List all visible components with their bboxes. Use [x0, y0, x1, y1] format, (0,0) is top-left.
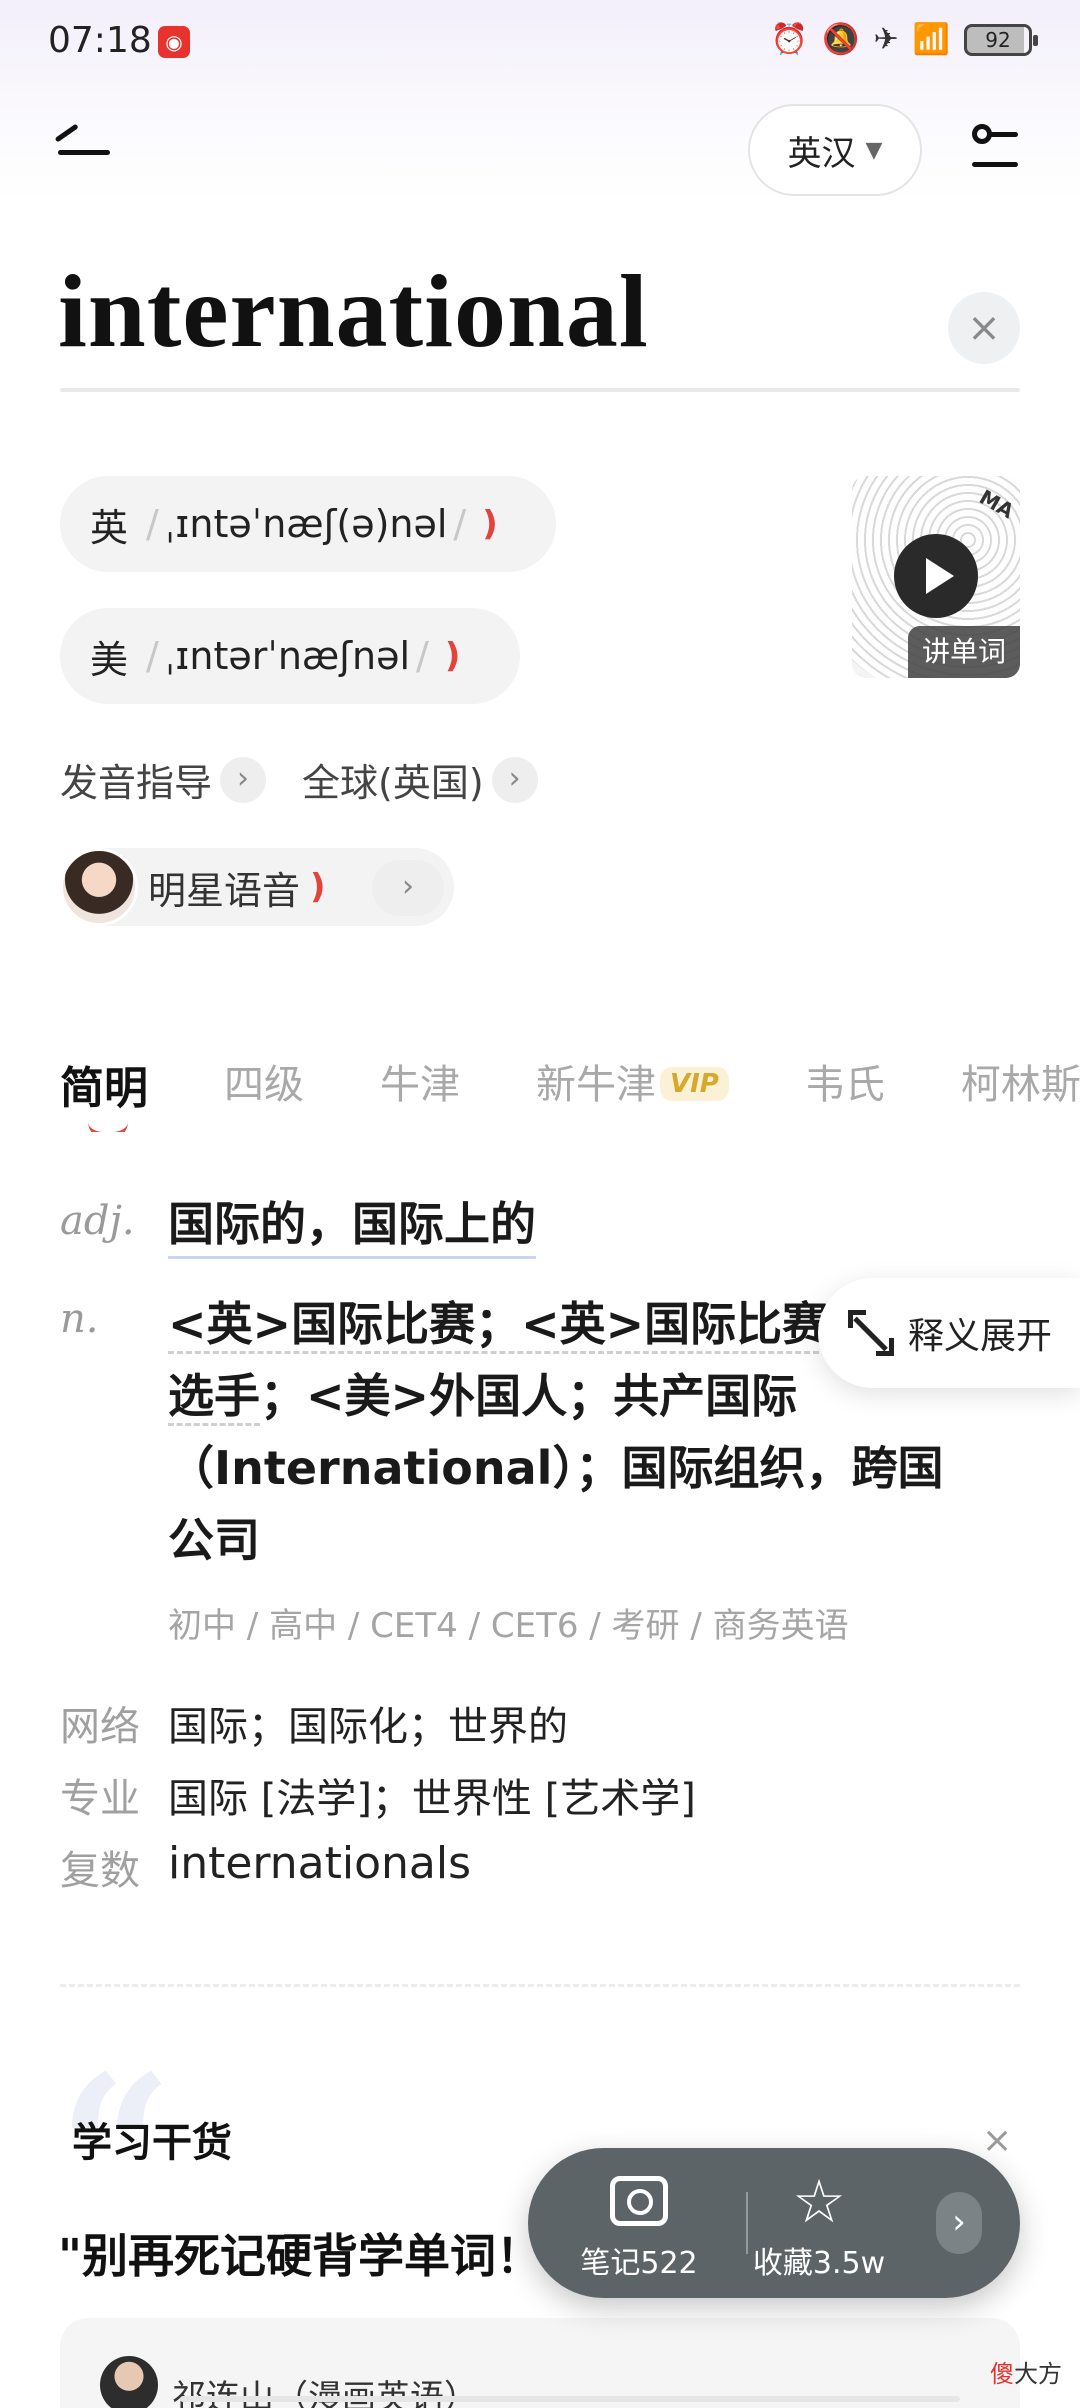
play-icon[interactable] — [894, 534, 978, 618]
avatar — [100, 2356, 158, 2408]
speaker-icon[interactable]: ) — [482, 504, 498, 544]
chevron-right-icon: › — [220, 756, 267, 803]
study-article-headline[interactable]: "别再死记硬背学单词！ — [58, 2220, 542, 2286]
status-bar: 07:18 ◉ ⏰ 🔕 ✈ 📶 92 — [0, 0, 1080, 84]
battery-icon: 92 — [964, 23, 1038, 56]
vip-badge: VIP — [660, 1067, 729, 1101]
camera-note-icon — [610, 2176, 668, 2226]
tab-new-oxford[interactable]: 新牛津 VIP — [536, 1052, 729, 1110]
notes-label: 笔记522 — [580, 2246, 698, 2281]
speaker-icon: ) — [310, 867, 326, 907]
expand-definitions-button[interactable]: 释义展开 — [818, 1278, 1080, 1388]
pronunciation-uk[interactable]: 英 / ˌɪntəˈnæʃ(ə)nəl / ) — [60, 476, 556, 572]
author-card[interactable]: 祁连山（漫画英语） — [60, 2318, 1020, 2408]
author-name: 祁连山（漫画英语） — [172, 2378, 478, 2408]
floating-action-bar: 笔记522 ☆ 收藏3.5w › — [528, 2148, 1020, 2298]
region-label-us: 美 — [90, 637, 129, 682]
tab-oxford[interactable]: 牛津 — [380, 1052, 460, 1110]
speaker-icon[interactable]: ) — [445, 636, 461, 676]
dictionary-tabs: 简明 四级 牛津 新牛津 VIP 韦氏 柯林斯 — [60, 1052, 1080, 1132]
word-video-thumbnail[interactable]: MA 讲单词 — [852, 476, 1020, 678]
tab-collins[interactable]: 柯林斯 — [961, 1052, 1080, 1110]
language-selector[interactable]: 英汉 ▼ — [748, 104, 922, 196]
wifi-icon: 📶 — [912, 22, 950, 57]
pos-noun: n. — [60, 1296, 99, 1342]
status-icons: ⏰ 🔕 ✈ 📶 92 — [770, 22, 1038, 57]
chevron-right-icon: › — [491, 756, 538, 803]
search-word[interactable]: international — [58, 252, 649, 371]
more-actions-button[interactable]: › — [936, 2192, 982, 2254]
section-divider — [60, 1984, 1020, 1987]
search-underline — [60, 388, 1020, 392]
active-tab-indicator — [88, 1122, 128, 1132]
caret-down-icon: ▼ — [865, 137, 883, 163]
global-accent-link[interactable]: 全球(英国) › — [302, 752, 538, 807]
clear-search-button[interactable]: × — [948, 292, 1020, 364]
celebrity-avatar — [60, 848, 138, 926]
study-section-title: 学习干货 — [72, 2120, 232, 2166]
tab-concise[interactable]: 简明 — [60, 1052, 148, 1116]
close-icon[interactable]: × — [982, 2120, 1012, 2161]
expand-icon — [848, 1310, 894, 1356]
tab-webster[interactable]: 韦氏 — [805, 1052, 885, 1110]
professional-definitions: 专业 国际 [法学]；世界性 [艺术学] — [60, 1776, 696, 1822]
back-arrow-icon — [54, 123, 79, 143]
exam-levels: 初中 / 高中 / CET4 / CET6 / 考研 / 商务英语 — [168, 1606, 849, 1646]
celebrity-voice-button[interactable]: 明星语音 ) › — [60, 848, 454, 926]
definition-adjective[interactable]: 国际的，国际上的 — [168, 1192, 536, 1259]
pos-adjective: adj. — [60, 1198, 135, 1244]
settings-filter-button[interactable] — [970, 124, 1020, 176]
celebrity-voice-label: 明星语音 — [148, 868, 301, 913]
status-time: 07:18 — [48, 20, 152, 61]
plural-form: 复数 internationals — [60, 1838, 471, 1894]
notes-button[interactable]: 笔记522 — [554, 2174, 724, 2282]
ipa-us: ˌɪntərˈnæʃnəl — [164, 634, 411, 678]
back-button[interactable] — [52, 123, 112, 164]
mute-icon: 🔕 — [822, 22, 860, 57]
video-label: 讲单词 — [908, 626, 1020, 678]
pronunciation-guide-link[interactable]: 发音指导 › — [60, 752, 267, 807]
alarm-icon: ⏰ — [770, 22, 809, 57]
ipa-uk: ˌɪntəˈnæʃ(ə)nəl — [164, 502, 448, 546]
web-definitions: 网络 国际；国际化；世界的 — [60, 1704, 568, 1750]
star-icon: ☆ — [792, 2167, 846, 2237]
language-label: 英汉 — [787, 133, 856, 174]
app-notification-icon: ◉ — [158, 26, 190, 58]
airplane-icon: ✈ — [873, 22, 899, 57]
watermark: 傻大方 — [990, 2360, 1062, 2388]
pronunciation-links: 发音指导 › 全球(英国) › — [60, 752, 574, 807]
chevron-right-icon[interactable]: › — [372, 860, 444, 916]
region-label-uk: 英 — [90, 505, 129, 550]
pronunciation-us[interactable]: 美 / ˌɪntərˈnæʃnəl / ) — [60, 608, 520, 704]
favorite-label: 收藏3.5w — [752, 2246, 886, 2281]
tab-cet4[interactable]: 四级 — [224, 1052, 304, 1110]
favorite-button[interactable]: ☆ 收藏3.5w — [734, 2172, 904, 2282]
scroll-indicator — [180, 2396, 960, 2402]
